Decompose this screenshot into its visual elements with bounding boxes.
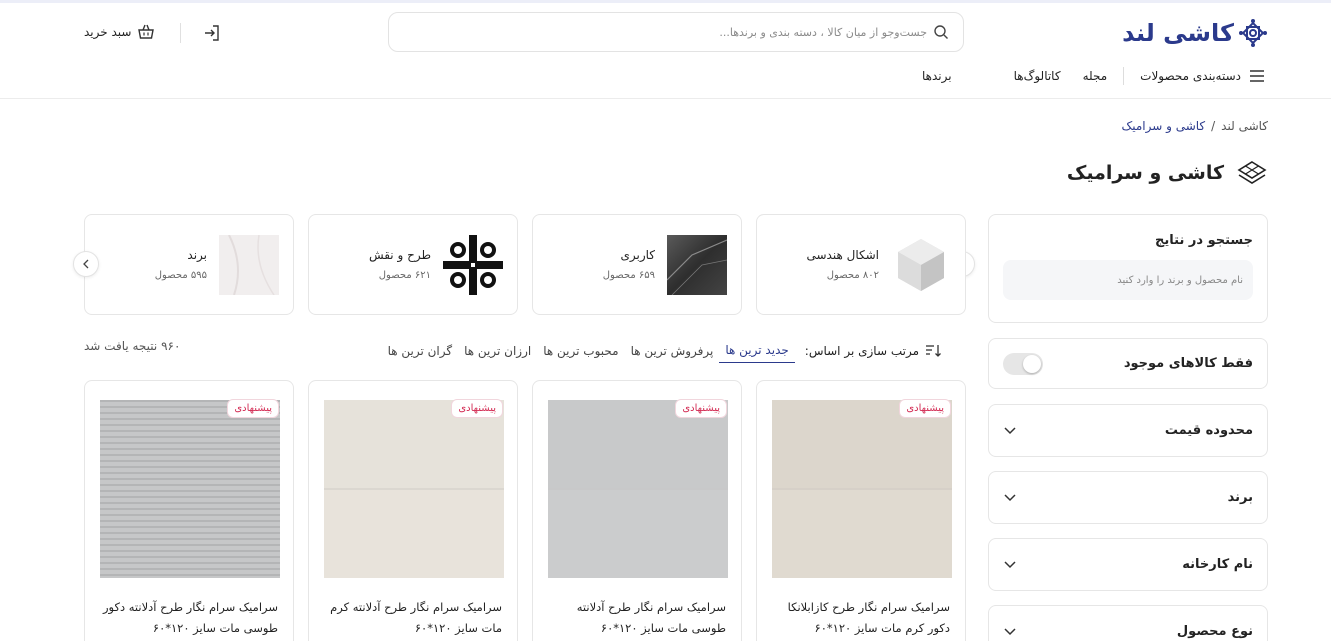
category-card-geometric[interactable]: اشکال هندسی ۸۰۲ محصول bbox=[756, 214, 966, 315]
category-count: ۸۰۲ محصول bbox=[826, 270, 879, 281]
product-card[interactable]: پیشنهادی سرامیک سرام نگار طرح کازابلانکا… bbox=[756, 380, 966, 641]
dark-marble-thumbnail bbox=[667, 234, 727, 295]
product-name[interactable]: سرامیک سرام نگار طرح آدلانته طوسی مات سا… bbox=[548, 597, 726, 639]
chevron-down-icon bbox=[1004, 426, 1016, 434]
search-in-results-input[interactable]: نام محصول و برند را وارد کنید bbox=[1003, 260, 1253, 300]
sort-option-newest[interactable]: جدید ترین ها bbox=[719, 343, 795, 363]
menu-icon bbox=[1250, 70, 1264, 82]
filter-factory-label: نام کارخانه bbox=[1182, 557, 1253, 572]
filter-brand[interactable]: برند bbox=[988, 471, 1268, 524]
logo-text: کاشی لند bbox=[1122, 19, 1235, 47]
product-image bbox=[324, 400, 504, 578]
nav-brands-label: برندها bbox=[922, 69, 952, 83]
breadcrumb-separator: / bbox=[1211, 119, 1216, 133]
available-only-filter: فقط کالاهای موجود bbox=[988, 338, 1268, 389]
nav-categories[interactable]: دسته‌بندی محصولات bbox=[1124, 69, 1265, 83]
header-divider bbox=[180, 23, 181, 43]
nav-catalogs-label: کاتالوگ‌ها bbox=[1013, 69, 1061, 83]
nav-magazine[interactable]: مجله bbox=[1067, 69, 1124, 83]
product-card[interactable]: پیشنهادی سرامیک سرام نگار طرح آدلانته دک… bbox=[84, 380, 294, 641]
nav-brands[interactable]: برندها bbox=[922, 69, 952, 83]
light-marble-thumbnail bbox=[219, 234, 279, 295]
login-icon bbox=[205, 25, 219, 41]
nav-divider bbox=[1123, 67, 1125, 85]
toggle-knob bbox=[1023, 354, 1041, 373]
main-nav: دسته‌بندی محصولات مجله کاتالوگ‌ها برندها bbox=[922, 67, 1265, 85]
filter-price-range[interactable]: محدوده قیمت bbox=[988, 404, 1268, 457]
filter-product-type-label: نوع محصول bbox=[1176, 624, 1253, 639]
sort-label-text: مرتب سازی بر اساس: bbox=[804, 343, 919, 358]
suggested-badge: پیشنهادی bbox=[451, 399, 503, 418]
product-name[interactable]: سرامیک سرام نگار طرح آدلانته دکور طوسی م… bbox=[100, 597, 278, 639]
sort-option-popular[interactable]: محبوب ترین ها bbox=[537, 344, 624, 358]
sort-option-most-expensive[interactable]: گران ترین ها bbox=[382, 344, 459, 358]
search-in-results-panel: جستجو در نتایج نام محصول و برند را وارد … bbox=[988, 214, 1268, 323]
search-input[interactable]: جست‌وجو از میان کالا ، دسته بندی و برنده… bbox=[719, 26, 927, 39]
category-name: برند bbox=[187, 248, 207, 262]
suggested-badge: پیشنهادی bbox=[227, 399, 279, 418]
category-name: اشکال هندسی bbox=[806, 248, 879, 262]
product-image bbox=[772, 400, 952, 578]
search-icon bbox=[934, 25, 948, 39]
results-count: ۹۶۰ نتیجه یافت شد bbox=[84, 339, 181, 353]
sort-bar: مرتب سازی بر اساس: جدید ترین ها پرفروش ت… bbox=[382, 338, 941, 363]
filter-factory[interactable]: نام کارخانه bbox=[988, 538, 1268, 591]
category-count: ۵۹۵ محصول bbox=[154, 270, 207, 281]
product-card[interactable]: پیشنهادی سرامیک سرام نگار طرح آدلانته طو… bbox=[532, 380, 742, 641]
search-in-results-title: جستجو در نتایج bbox=[1155, 233, 1253, 248]
page-title-block: کاشی و سرامیک bbox=[1067, 159, 1268, 187]
category-count: ۶۲۱ محصول bbox=[378, 270, 431, 281]
tiles-icon bbox=[1237, 161, 1267, 184]
available-only-toggle[interactable] bbox=[1003, 352, 1043, 375]
sort-icon bbox=[926, 344, 941, 357]
nav-magazine-label: مجله bbox=[1082, 69, 1108, 83]
sort-option-bestselling[interactable]: پرفروش ترین ها bbox=[625, 344, 720, 358]
filter-price-label: محدوده قیمت bbox=[1164, 423, 1253, 438]
product-image bbox=[100, 400, 280, 578]
breadcrumb-current[interactable]: کاشی و سرامیک bbox=[1121, 119, 1205, 133]
sort-label: مرتب سازی بر اساس: bbox=[805, 344, 941, 358]
search-bar[interactable]: جست‌وجو از میان کالا ، دسته بندی و برنده… bbox=[388, 12, 964, 52]
product-name[interactable]: سرامیک سرام نگار طرح آدلانته کرم مات سای… bbox=[324, 597, 502, 639]
category-count: ۶۵۹ محصول bbox=[602, 270, 655, 281]
category-card-usage[interactable]: کاربری ۶۵۹ محصول bbox=[532, 214, 742, 315]
category-card-brand[interactable]: برند ۵۹۵ محصول bbox=[84, 214, 294, 315]
breadcrumb: کاشی لند / کاشی و سرامیک bbox=[1121, 119, 1268, 133]
chevron-down-icon bbox=[1004, 627, 1016, 635]
chevron-down-icon bbox=[1004, 493, 1016, 501]
hexagon-tile-thumbnail bbox=[898, 238, 944, 291]
product-name[interactable]: سرامیک سرام نگار طرح کازابلانکا دکور کرم… bbox=[772, 597, 950, 639]
suggested-badge: پیشنهادی bbox=[899, 399, 951, 418]
nav-categories-label: دسته‌بندی محصولات bbox=[1140, 69, 1241, 83]
chevron-down-icon bbox=[1004, 560, 1016, 568]
chevron-left-icon bbox=[83, 259, 89, 269]
breadcrumb-home[interactable]: کاشی لند bbox=[1221, 119, 1268, 133]
logo-snowflake-icon bbox=[1239, 19, 1267, 47]
category-name: طرح و نقش bbox=[368, 248, 431, 262]
site-header: کاشی لند جست‌وجو از میان کالا ، دسته بند… bbox=[0, 3, 1331, 99]
pattern-tile-thumbnail bbox=[443, 234, 503, 295]
sort-option-cheapest[interactable]: ارزان ترین ها bbox=[458, 344, 537, 358]
product-image bbox=[548, 400, 728, 578]
carousel-next-button[interactable] bbox=[73, 251, 99, 277]
cart-label: سبد خرید bbox=[84, 25, 132, 39]
basket-icon bbox=[138, 24, 155, 39]
suggested-badge: پیشنهادی bbox=[675, 399, 727, 418]
filter-product-type[interactable]: نوع محصول bbox=[988, 605, 1268, 641]
category-name: کاربری bbox=[620, 248, 655, 262]
product-card[interactable]: پیشنهادی سرامیک سرام نگار طرح آدلانته کر… bbox=[308, 380, 518, 641]
site-logo[interactable]: کاشی لند bbox=[1122, 17, 1268, 49]
nav-catalogs[interactable]: کاتالوگ‌ها bbox=[1008, 69, 1067, 83]
page-title: کاشی و سرامیک bbox=[1066, 162, 1224, 184]
available-only-label: فقط کالاهای موجود bbox=[1123, 356, 1253, 371]
filter-brand-label: برند bbox=[1227, 490, 1253, 505]
cart-button[interactable]: سبد خرید bbox=[84, 23, 155, 41]
category-card-pattern[interactable]: طرح و نقش ۶۲۱ محصول bbox=[308, 214, 518, 315]
login-button[interactable] bbox=[203, 24, 221, 46]
